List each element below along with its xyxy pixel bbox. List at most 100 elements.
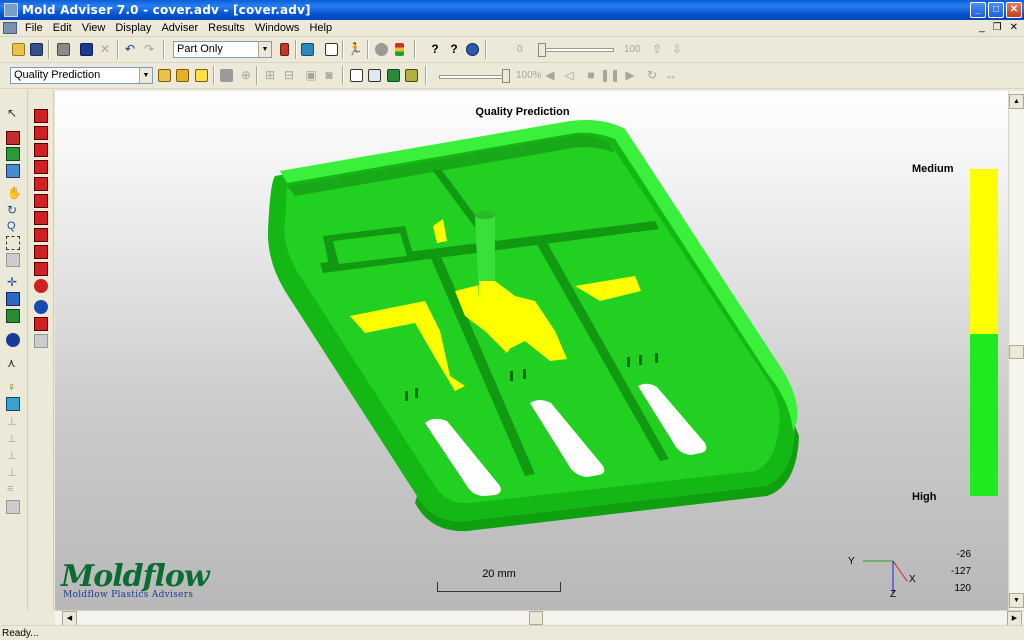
loop-icon[interactable]: ↻ — [644, 67, 660, 83]
export-icon[interactable] — [78, 41, 94, 57]
view-left-icon[interactable] — [34, 143, 48, 157]
layers-icon[interactable] — [6, 500, 20, 514]
save-icon[interactable] — [28, 41, 44, 57]
view-front-icon[interactable] — [34, 109, 48, 123]
select-arrow-icon[interactable]: ↖ — [7, 106, 21, 120]
cut-icon[interactable]: ⊟ — [281, 67, 297, 83]
help-icon[interactable]: ? — [427, 41, 443, 57]
view-select[interactable]: Part Only ▼ — [173, 41, 272, 58]
step-back-icon[interactable]: ◁ — [561, 67, 577, 83]
table-icon[interactable] — [366, 67, 382, 83]
model-viewport[interactable]: Quality Prediction Medium High 20 mm Y X… — [55, 91, 1008, 610]
animation-slider-thumb[interactable] — [538, 43, 546, 57]
playback-slider-thumb[interactable] — [502, 69, 510, 83]
menu-display[interactable]: Display — [110, 22, 156, 34]
view-iso-2-icon[interactable] — [34, 228, 48, 242]
probe-icon[interactable]: ⊕ — [238, 67, 254, 83]
menu-file[interactable]: File — [20, 22, 48, 34]
redo-icon[interactable]: ↷ — [141, 41, 157, 57]
center-icon[interactable]: ✛ — [7, 275, 21, 289]
horizontal-scrollbar[interactable]: ◀ ▶ — [55, 610, 1024, 626]
capture-icon[interactable]: ▣ — [303, 67, 319, 83]
report-icon[interactable] — [348, 67, 364, 83]
view-back-icon[interactable] — [34, 126, 48, 140]
mdi-close-button[interactable]: ✕ — [1010, 22, 1018, 33]
link-icon[interactable] — [6, 333, 20, 347]
open-icon[interactable] — [10, 41, 26, 57]
minimize-button[interactable]: _ — [970, 2, 986, 18]
document-icon[interactable] — [3, 22, 17, 34]
context-help-icon[interactable]: ? — [446, 41, 462, 57]
bounce-icon[interactable]: ↔ — [663, 67, 679, 83]
view-iso-4-icon[interactable] — [34, 262, 48, 276]
chevron-down-icon[interactable]: ▼ — [258, 42, 271, 57]
scroll-right-button[interactable]: ▶ — [1007, 611, 1022, 626]
menu-help[interactable]: Help — [304, 22, 337, 34]
vertical-scrollbar[interactable]: ▲ ▼ — [1008, 91, 1024, 610]
mdi-restore-button[interactable]: ❐ — [993, 22, 1002, 33]
animation-slider[interactable] — [538, 48, 614, 52]
fill-down-icon[interactable]: ⇩ — [669, 41, 685, 57]
scroll-up-button[interactable]: ▲ — [1009, 94, 1024, 109]
fill-up-icon[interactable]: ⇧ — [649, 41, 665, 57]
vertical-scroll-thumb[interactable] — [1009, 345, 1024, 359]
pick-icon[interactable] — [276, 41, 292, 57]
droplet-icon[interactable] — [34, 300, 48, 314]
tree-icon-3[interactable]: ⊥ — [7, 449, 21, 463]
view-reset-icon[interactable] — [34, 334, 48, 348]
pause-icon[interactable]: ❚❚ — [600, 67, 620, 83]
undo-icon[interactable]: ↶ — [122, 41, 138, 57]
menu-adviser[interactable]: Adviser — [156, 22, 203, 34]
rotate-icon[interactable]: ↻ — [7, 203, 21, 217]
measure-icon[interactable] — [6, 131, 20, 145]
tree-icon-2[interactable]: ⊥ — [7, 432, 21, 446]
pin-icon[interactable]: ♀ — [7, 380, 21, 394]
close-button[interactable]: ✕ — [1006, 2, 1022, 18]
axis-icon[interactable]: ⋏ — [7, 356, 21, 370]
camera-icon[interactable]: ◙ — [321, 67, 337, 83]
result-options-icon[interactable] — [174, 67, 190, 83]
menu-windows[interactable]: Windows — [250, 22, 305, 34]
view-iso-3-icon[interactable] — [34, 245, 48, 259]
zoom-icon[interactable]: Q — [7, 220, 21, 234]
pan-hand-icon[interactable]: ✋ — [7, 186, 22, 200]
mdi-minimize-button[interactable]: _ — [979, 22, 985, 33]
view-top-icon[interactable] — [34, 177, 48, 191]
cube-icon[interactable] — [6, 397, 20, 411]
box-blue-icon[interactable] — [6, 164, 20, 178]
book-icon[interactable] — [385, 67, 401, 83]
gate-icon[interactable] — [299, 41, 315, 57]
view-bottom-icon[interactable] — [34, 194, 48, 208]
fit-icon[interactable] — [6, 253, 20, 267]
result-edit-icon[interactable] — [156, 67, 172, 83]
view-sphere-icon[interactable] — [34, 279, 48, 293]
zoom-box-icon[interactable] — [6, 236, 20, 250]
chevron-down-icon[interactable]: ▼ — [139, 68, 152, 83]
menu-results[interactable]: Results — [203, 22, 250, 34]
menu-view[interactable]: View — [77, 22, 111, 34]
play-icon[interactable]: ▶ — [622, 67, 638, 83]
view-iso-1-icon[interactable] — [34, 211, 48, 225]
box-green-icon[interactable] — [6, 147, 20, 161]
section-icon[interactable]: ⊞ — [262, 67, 278, 83]
tree-icon-4[interactable]: ⊥ — [7, 466, 21, 480]
tree-icon-1[interactable]: ⊥ — [7, 415, 21, 429]
list-icon[interactable]: ≡ — [7, 483, 21, 497]
rewind-icon[interactable]: ◀ — [542, 67, 558, 83]
stop-playback-icon[interactable]: ■ — [583, 67, 599, 83]
scroll-down-button[interactable]: ▼ — [1009, 593, 1024, 608]
view-custom-icon[interactable] — [34, 317, 48, 331]
web-icon[interactable] — [464, 41, 480, 57]
traffic-light-icon[interactable] — [391, 41, 407, 57]
document-export-icon[interactable] — [403, 67, 419, 83]
maximize-button[interactable]: □ — [988, 2, 1004, 18]
plot-icon[interactable] — [218, 67, 234, 83]
stop-icon[interactable] — [373, 41, 389, 57]
delete-icon[interactable]: ✕ — [97, 41, 113, 57]
grid-view-icon[interactable] — [6, 292, 20, 306]
part-model[interactable] — [55, 91, 1008, 610]
menu-edit[interactable]: Edit — [48, 22, 77, 34]
view-right-icon[interactable] — [34, 160, 48, 174]
print-icon[interactable] — [55, 41, 71, 57]
scroll-left-button[interactable]: ◀ — [62, 611, 77, 626]
